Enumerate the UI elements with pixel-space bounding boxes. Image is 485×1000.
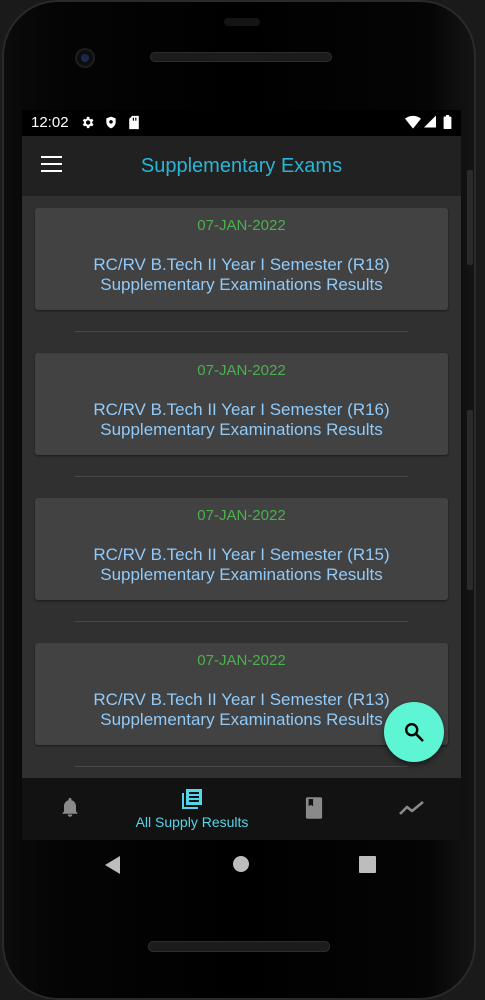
result-date: 07-JAN-2022 <box>197 652 286 669</box>
result-card[interactable]: 07-JAN-2022 RC/RV B.Tech II Year I Semes… <box>35 208 448 310</box>
nav-item-notifications[interactable] <box>42 778 98 840</box>
trending-icon <box>399 800 424 815</box>
result-title-line2: Supplementary Examinations Results <box>100 275 383 294</box>
status-time: 12:02 <box>31 114 69 131</box>
bottom-navigation: All Supply Results <box>22 778 461 840</box>
nav-label: All Supply Results <box>135 814 249 830</box>
result-title[interactable]: RC/RV B.Tech II Year I Semester (R15) Su… <box>35 545 448 585</box>
signal-icon <box>424 115 436 132</box>
search-fab-button[interactable] <box>384 702 444 762</box>
divider <box>75 331 408 332</box>
result-title-line1: RC/RV B.Tech II Year I Semester (R18) <box>93 255 390 274</box>
sd-card-icon <box>128 115 140 134</box>
bell-icon <box>62 798 78 817</box>
system-navigation-bar <box>22 840 461 888</box>
home-icon[interactable] <box>233 856 249 872</box>
volume-button <box>467 170 473 265</box>
book-icon <box>305 797 323 819</box>
bottom-speaker <box>148 941 330 952</box>
page-title: Supplementary Exams <box>140 155 343 177</box>
result-title[interactable]: RC/RV B.Tech II Year I Semester (R16) Su… <box>35 400 448 440</box>
divider <box>75 621 408 622</box>
nav-item-all-supply-results[interactable]: All Supply Results <box>130 778 254 840</box>
battery-icon <box>443 115 452 133</box>
result-title-line2: Supplementary Examinations Results <box>100 420 383 439</box>
app-screen: 12:02 Supplementary Exams 07-JAN-2022 RC… <box>22 110 461 778</box>
nav-item-trending[interactable] <box>384 778 440 840</box>
library-books-icon <box>182 789 202 809</box>
recents-icon[interactable] <box>359 856 376 873</box>
earpiece-slot <box>224 18 260 26</box>
shield-icon <box>104 115 118 134</box>
app-bar: Supplementary Exams <box>22 136 461 196</box>
result-title-line1: RC/RV B.Tech II Year I Semester (R16) <box>93 400 390 419</box>
front-camera <box>75 48 95 68</box>
top-speaker <box>150 52 332 62</box>
gear-icon <box>80 115 95 134</box>
power-button <box>467 410 473 590</box>
wifi-icon <box>405 115 421 133</box>
result-card[interactable]: 07-JAN-2022 RC/RV B.Tech II Year I Semes… <box>35 353 448 455</box>
result-title-line1: RC/RV B.Tech II Year I Semester (R15) <box>93 545 390 564</box>
result-date: 07-JAN-2022 <box>197 217 286 234</box>
result-card[interactable]: 07-JAN-2022 RC/RV B.Tech II Year I Semes… <box>35 498 448 600</box>
result-title-line1: RC/RV B.Tech II Year I Semester (R13) <box>93 690 390 709</box>
divider <box>75 476 408 477</box>
result-title[interactable]: RC/RV B.Tech II Year I Semester (R18) Su… <box>35 255 448 295</box>
search-icon <box>405 723 424 742</box>
result-date: 07-JAN-2022 <box>197 362 286 379</box>
status-bar: 12:02 <box>22 110 461 136</box>
divider <box>75 766 408 767</box>
result-title-line2: Supplementary Examinations Results <box>100 565 383 584</box>
results-list[interactable]: 07-JAN-2022 RC/RV B.Tech II Year I Semes… <box>22 196 461 778</box>
nav-item-book[interactable] <box>287 778 343 840</box>
back-icon[interactable] <box>105 856 121 874</box>
phone-frame: 12:02 Supplementary Exams 07-JAN-2022 RC… <box>2 0 476 1000</box>
result-date: 07-JAN-2022 <box>197 507 286 524</box>
